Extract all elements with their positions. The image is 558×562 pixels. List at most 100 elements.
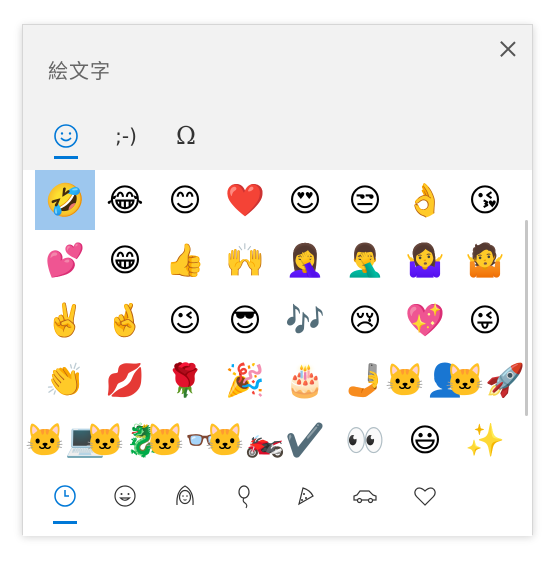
emoji-glyph: 😉 — [168, 301, 202, 339]
panel-title: 絵文字 — [48, 59, 111, 83]
emoji-cell[interactable]: 🤷 — [455, 230, 515, 290]
emoji-glyph: 🤣 — [45, 181, 85, 219]
smiley-icon — [114, 485, 136, 507]
emoji-cell[interactable]: ❤️ — [215, 170, 275, 230]
emoji-cell[interactable]: 😍 — [275, 170, 335, 230]
clock-icon — [54, 485, 76, 507]
emoji-glyph: 🤳 — [345, 361, 385, 399]
emoji-cell[interactable]: 🙌 — [215, 230, 275, 290]
category-tabs: ;-) Ω — [41, 113, 241, 161]
pizza-icon — [298, 487, 314, 506]
emoji-glyph: 🤞 — [105, 301, 145, 339]
emoji-cell[interactable]: 👏 — [35, 350, 95, 410]
scrollbar[interactable] — [525, 220, 528, 416]
emoji-glyph: 🐱‍🚀 — [445, 361, 525, 399]
category-food[interactable] — [275, 476, 335, 516]
emoji-glyph: 😍 — [288, 181, 322, 219]
emoji-cell[interactable]: 😘 — [455, 170, 515, 230]
emoji-glyph: 😢 — [348, 301, 382, 339]
emoji-cell[interactable]: 🐱‍🏍 — [205, 410, 285, 470]
tab-symbols[interactable]: Ω — [161, 113, 211, 159]
emoji-cell[interactable]: 😜 — [455, 290, 515, 350]
emoji-glyph: 🌹 — [165, 361, 205, 399]
emoji-cell[interactable]: ✨ — [455, 410, 515, 470]
emoji-cell[interactable]: 🤣 — [35, 170, 95, 230]
emoji-cell[interactable]: 👀 — [335, 410, 395, 470]
emoji-cell[interactable]: 😁 — [95, 230, 155, 290]
category-smileys[interactable] — [95, 476, 155, 516]
emoji-cell[interactable]: ✌️ — [35, 290, 95, 350]
emoji-glyph: ✨ — [465, 421, 505, 459]
active-category-indicator — [53, 521, 77, 524]
balloon-icon — [238, 485, 250, 509]
emoji-cell[interactable]: 🌹 — [155, 350, 215, 410]
emoji-cell[interactable]: 🤦‍♀️ — [275, 230, 335, 290]
emoji-glyph: 😃 — [408, 421, 442, 459]
emoji-category-bar — [35, 470, 515, 530]
emoji-cell[interactable]: 😉 — [155, 290, 215, 350]
emoji-cell[interactable]: 💖 — [395, 290, 455, 350]
emoji-cell[interactable]: 🎶 — [275, 290, 335, 350]
emoji-glyph: 🙌 — [225, 241, 265, 279]
category-recent[interactable] — [35, 476, 95, 524]
emoji-cell[interactable]: 🐱‍🚀 — [445, 350, 525, 410]
emoji-cell[interactable]: 🤦‍♂️ — [335, 230, 395, 290]
emoji-cell[interactable]: 😃 — [395, 410, 455, 470]
emoji-cell[interactable]: 💕 — [35, 230, 95, 290]
emoji-glyph: 💋 — [105, 361, 145, 399]
car-icon — [353, 490, 377, 504]
emoji-cell[interactable]: 💋 — [95, 350, 155, 410]
emoji-glyph: 😊 — [168, 181, 202, 219]
active-tab-indicator — [54, 156, 78, 159]
emoji-glyph: 🎶 — [285, 301, 325, 339]
tab-kaomoji-label: ;-) — [115, 124, 137, 148]
emoji-glyph: 🤦‍♂️ — [345, 241, 385, 279]
emoji-cell[interactable]: 😊 — [155, 170, 215, 230]
emoji-glyph: ❤️ — [225, 181, 265, 219]
emoji-glyph: 🐱‍🏍 — [205, 421, 285, 459]
emoji-glyph: 😘 — [468, 181, 502, 219]
emoji-cell[interactable]: 😒 — [335, 170, 395, 230]
emoji-cell[interactable]: 😎 — [215, 290, 275, 350]
emoji-cell[interactable]: 😂 — [95, 170, 155, 230]
emoji-glyph: 👍 — [165, 241, 205, 279]
emoji-glyph: 🎂 — [285, 361, 325, 399]
tab-emoji[interactable] — [41, 113, 91, 159]
category-travel[interactable] — [335, 476, 395, 516]
emoji-content-area: 🤣 😂 😊 ❤️ 😍 😒 👌 😘 💕 😁 👍 🙌 🤦‍♀️ 🤦‍♂️ 🤷‍♀️ 🤷 ✌️ 🤞 😉 😎 🎶 😢 💖 😜 👏 💋 🌹 🎉 🎂… — [23, 170, 532, 536]
emoji-cell[interactable]: 🤞 — [95, 290, 155, 350]
emoji-glyph: 😜 — [468, 301, 502, 339]
close-icon[interactable] — [498, 39, 518, 59]
emoji-glyph: ✌️ — [45, 301, 85, 339]
emoji-glyph: ✔️ — [285, 421, 325, 459]
heart-icon — [414, 487, 436, 506]
emoji-cell[interactable]: 👍 — [155, 230, 215, 290]
emoji-cell[interactable]: 😢 — [335, 290, 395, 350]
emoji-cell[interactable]: 🎂 — [275, 350, 335, 410]
category-symbols[interactable] — [395, 476, 455, 516]
emoji-glyph: 🎉 — [225, 361, 265, 399]
emoji-glyph: 😎 — [228, 301, 262, 339]
category-people[interactable] — [155, 476, 215, 516]
emoji-glyph: 💖 — [405, 301, 445, 339]
smiley-tab-icon — [54, 124, 78, 148]
emoji-glyph: 😁 — [108, 241, 142, 279]
emoji-cell[interactable]: 👌 — [395, 170, 455, 230]
category-celebration[interactable] — [215, 476, 275, 516]
emoji-glyph: 👀 — [345, 421, 385, 459]
emoji-glyph: 🤷 — [465, 241, 505, 279]
emoji-glyph: 🤦‍♀️ — [285, 241, 325, 279]
emoji-cell[interactable]: ✔️ — [275, 410, 335, 470]
emoji-glyph: 😒 — [348, 181, 382, 219]
emoji-cell[interactable]: 🤷‍♀️ — [395, 230, 455, 290]
person-icon — [176, 485, 194, 506]
emoji-glyph: 👌 — [405, 181, 445, 219]
emoji-cell[interactable]: 🎉 — [215, 350, 275, 410]
emoji-glyph: 👏 — [45, 361, 85, 399]
emoji-glyph: 🤷‍♀️ — [405, 241, 445, 279]
emoji-panel: 絵文字 ;-) Ω 🤣 😂 😊 ❤️ 😍 😒 👌 😘 💕 😁 👍 🙌 🤦‍♀️ 🤦‍♂️ 🤷‍♀️ 🤷 ✌️ 🤞 😉… — [22, 24, 533, 536]
emoji-glyph: 💕 — [45, 241, 85, 279]
tab-kaomoji[interactable]: ;-) — [101, 113, 151, 159]
emoji-glyph: 😂 — [106, 181, 144, 219]
tab-symbols-label: Ω — [176, 122, 196, 150]
